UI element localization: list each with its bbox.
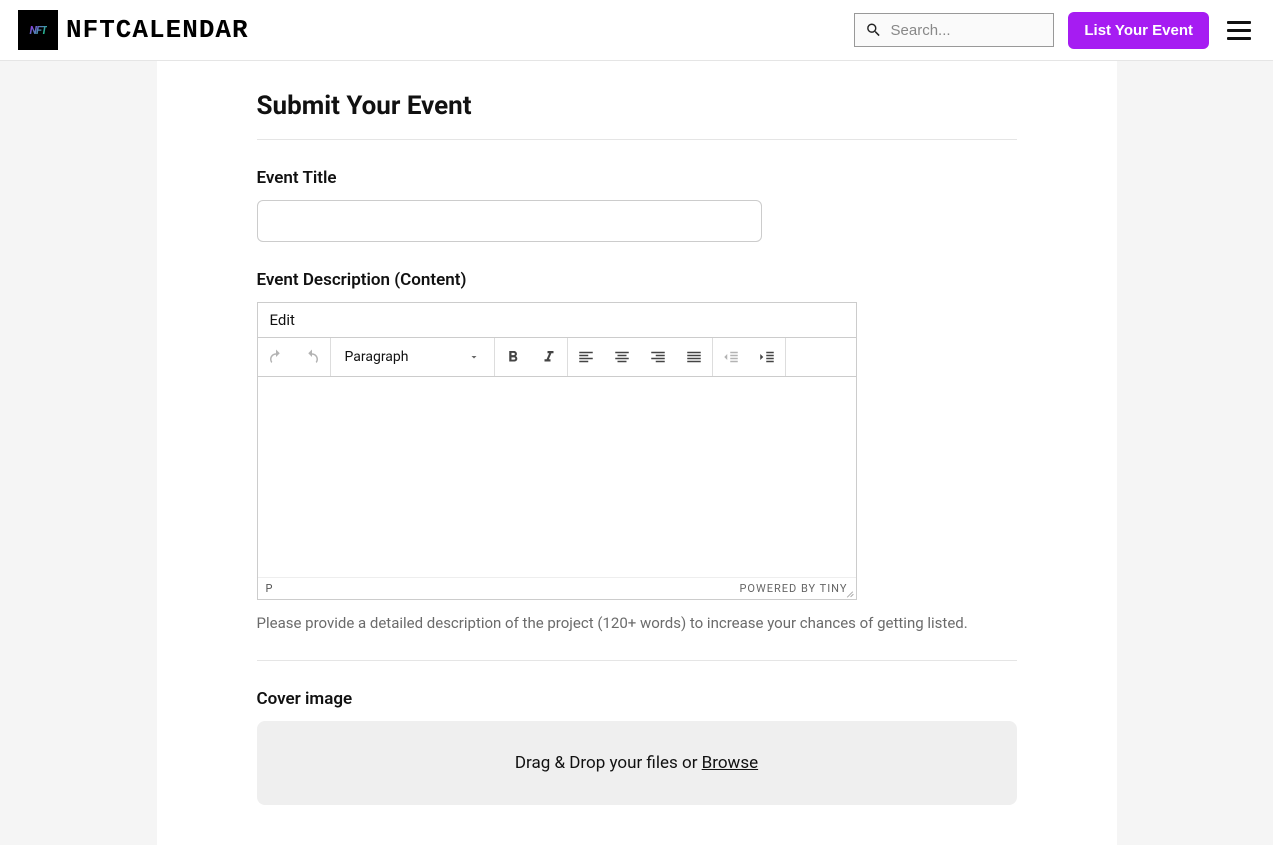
outdent-button[interactable] [713, 338, 749, 376]
format-dropdown[interactable]: Paragraph [331, 338, 495, 376]
divider [257, 660, 1017, 661]
dropzone-text: Drag & Drop your files or [515, 753, 702, 773]
description-hint: Please provide a detailed description of… [257, 614, 1017, 632]
divider [257, 139, 1017, 140]
site-header: NFT NFTCALENDAR List Your Event [0, 0, 1273, 61]
bold-icon [504, 348, 522, 366]
align-left-icon [577, 348, 595, 366]
indent-icon [758, 348, 776, 366]
resize-handle-icon[interactable] [844, 587, 854, 597]
cover-image-label: Cover image [257, 689, 1017, 709]
browse-link[interactable]: Browse [702, 753, 758, 773]
chevron-down-icon [468, 351, 480, 363]
align-center-button[interactable] [604, 338, 640, 376]
event-title-input[interactable] [257, 200, 762, 242]
editor-element-path[interactable]: P [266, 582, 273, 595]
editor-content[interactable] [258, 377, 856, 577]
undo-button[interactable] [258, 338, 294, 376]
logo-icon: NFT [18, 10, 58, 50]
editor-toolbar: Paragraph [258, 338, 856, 377]
search-icon [865, 20, 882, 40]
header-brand[interactable]: NFT NFTCALENDAR [18, 10, 249, 50]
header-actions: List Your Event [854, 12, 1255, 49]
editor-statusbar: P POWERED BY TINY [258, 577, 856, 599]
align-right-icon [649, 348, 667, 366]
bold-button[interactable] [495, 338, 531, 376]
search-input[interactable] [891, 22, 1044, 39]
editor-menu-edit[interactable]: Edit [270, 311, 295, 329]
undo-icon [267, 348, 285, 366]
list-your-event-button[interactable]: List Your Event [1068, 12, 1209, 49]
italic-button[interactable] [531, 338, 567, 376]
align-justify-button[interactable] [676, 338, 712, 376]
editor-menubar: Edit [258, 303, 856, 338]
search-box[interactable] [854, 13, 1054, 47]
brand-title: NFTCALENDAR [66, 15, 249, 45]
menu-icon[interactable] [1223, 17, 1255, 44]
redo-icon [303, 348, 321, 366]
event-title-label: Event Title [257, 168, 1017, 188]
cover-image-dropzone[interactable]: Drag & Drop your files or Browse [257, 721, 1017, 805]
rich-text-editor: Edit Paragraph [257, 302, 857, 600]
align-right-button[interactable] [640, 338, 676, 376]
align-justify-icon [685, 348, 703, 366]
indent-button[interactable] [749, 338, 785, 376]
redo-button[interactable] [294, 338, 330, 376]
format-dropdown-label: Paragraph [345, 349, 409, 365]
align-center-icon [613, 348, 631, 366]
align-left-button[interactable] [568, 338, 604, 376]
editor-powered-by[interactable]: POWERED BY TINY [739, 582, 847, 595]
outdent-icon [722, 348, 740, 366]
form-card: Submit Your Event Event Title Event Desc… [157, 61, 1117, 845]
event-description-label: Event Description (Content) [257, 270, 1017, 290]
page-title: Submit Your Event [257, 91, 1017, 121]
italic-icon [540, 348, 558, 366]
